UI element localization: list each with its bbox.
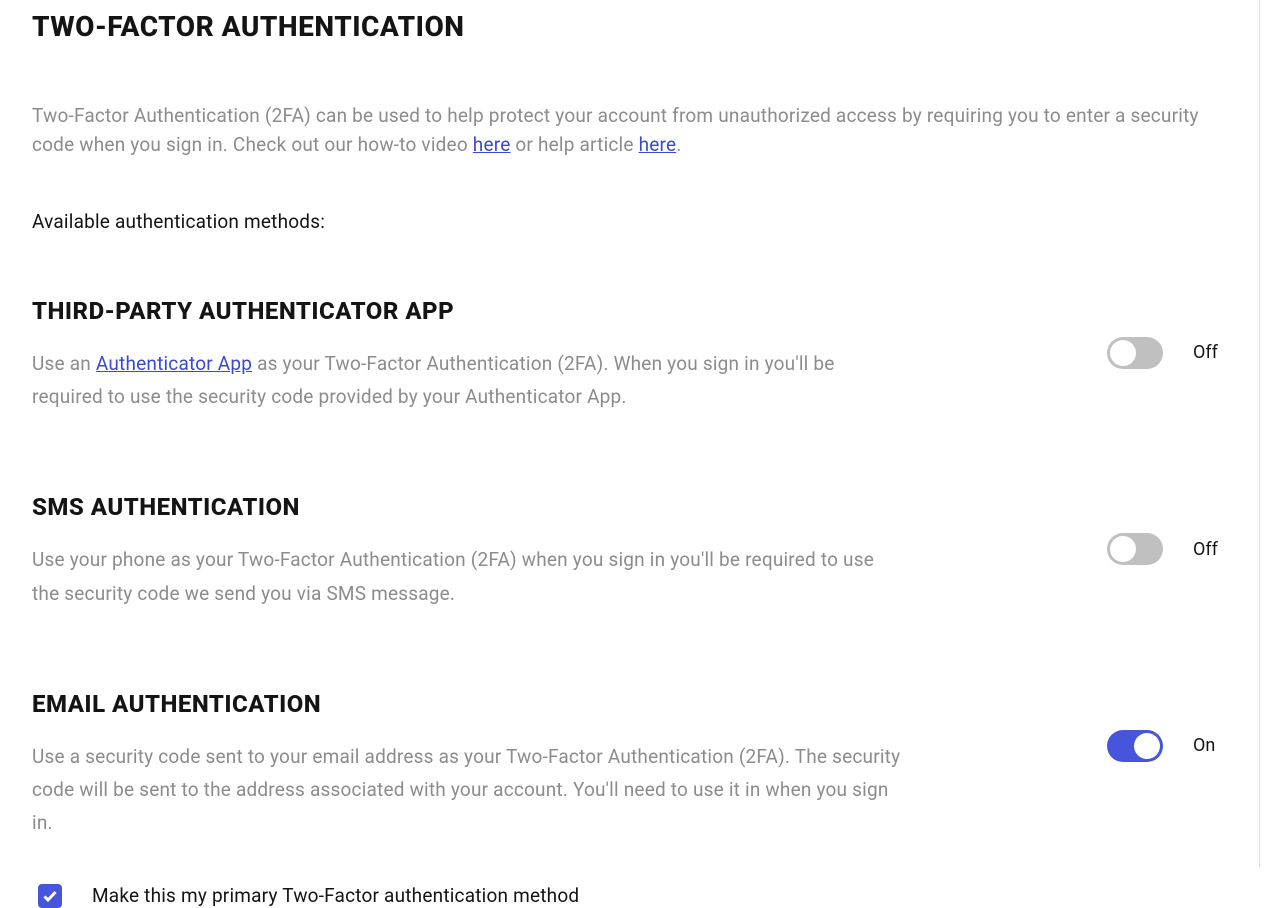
method-sms-title: SMS AUTHENTICATION — [32, 493, 902, 521]
authenticator-app-link[interactable]: Authenticator App — [96, 352, 252, 375]
help-article-link[interactable]: here — [639, 133, 677, 156]
intro-text: Two-Factor Authentication (2FA) can be u… — [32, 101, 1227, 160]
authenticator-toggle-label: Off — [1193, 342, 1223, 363]
primary-method-label: Make this my primary Two-Factor authenti… — [92, 884, 579, 907]
page-title: TWO-FACTOR AUTHENTICATION — [32, 10, 1227, 43]
primary-method-row: Make this my primary Two-Factor authenti… — [32, 884, 902, 908]
method-authenticator-content: THIRD-PARTY AUTHENTICATOR APP Use an Aut… — [32, 297, 902, 414]
authenticator-desc-prefix: Use an — [32, 352, 96, 375]
available-methods-label: Available authentication methods: — [32, 210, 1227, 233]
method-authenticator-toggle-group: Off — [1107, 297, 1227, 369]
method-sms-desc: Use your phone as your Two-Factor Authen… — [32, 543, 902, 610]
settings-panel: TWO-FACTOR AUTHENTICATION Two-Factor Aut… — [0, 0, 1260, 867]
method-authenticator: THIRD-PARTY AUTHENTICATOR APP Use an Aut… — [32, 297, 1227, 414]
toggle-knob — [1110, 340, 1136, 366]
sms-toggle-label: Off — [1193, 539, 1223, 560]
method-email: EMAIL AUTHENTICATION Use a security code… — [32, 690, 1227, 908]
check-icon — [42, 888, 58, 904]
method-authenticator-title: THIRD-PARTY AUTHENTICATOR APP — [32, 297, 902, 325]
sms-toggle[interactable] — [1107, 533, 1163, 565]
primary-method-checkbox[interactable] — [38, 884, 62, 908]
authenticator-toggle[interactable] — [1107, 337, 1163, 369]
toggle-knob — [1110, 536, 1136, 562]
howto-video-link[interactable]: here — [473, 133, 511, 156]
toggle-knob — [1134, 733, 1160, 759]
method-sms-content: SMS AUTHENTICATION Use your phone as you… — [32, 493, 902, 610]
method-authenticator-desc: Use an Authenticator App as your Two-Fac… — [32, 347, 902, 414]
method-sms-toggle-group: Off — [1107, 493, 1227, 565]
method-email-content: EMAIL AUTHENTICATION Use a security code… — [32, 690, 902, 908]
method-sms: SMS AUTHENTICATION Use your phone as you… — [32, 493, 1227, 610]
intro-suffix: . — [676, 133, 681, 156]
method-email-desc: Use a security code sent to your email a… — [32, 740, 902, 840]
method-email-toggle-group: On — [1107, 690, 1227, 762]
email-toggle[interactable] — [1107, 730, 1163, 762]
intro-mid: or help article — [510, 133, 638, 156]
method-email-title: EMAIL AUTHENTICATION — [32, 690, 902, 718]
email-toggle-label: On — [1193, 735, 1223, 756]
